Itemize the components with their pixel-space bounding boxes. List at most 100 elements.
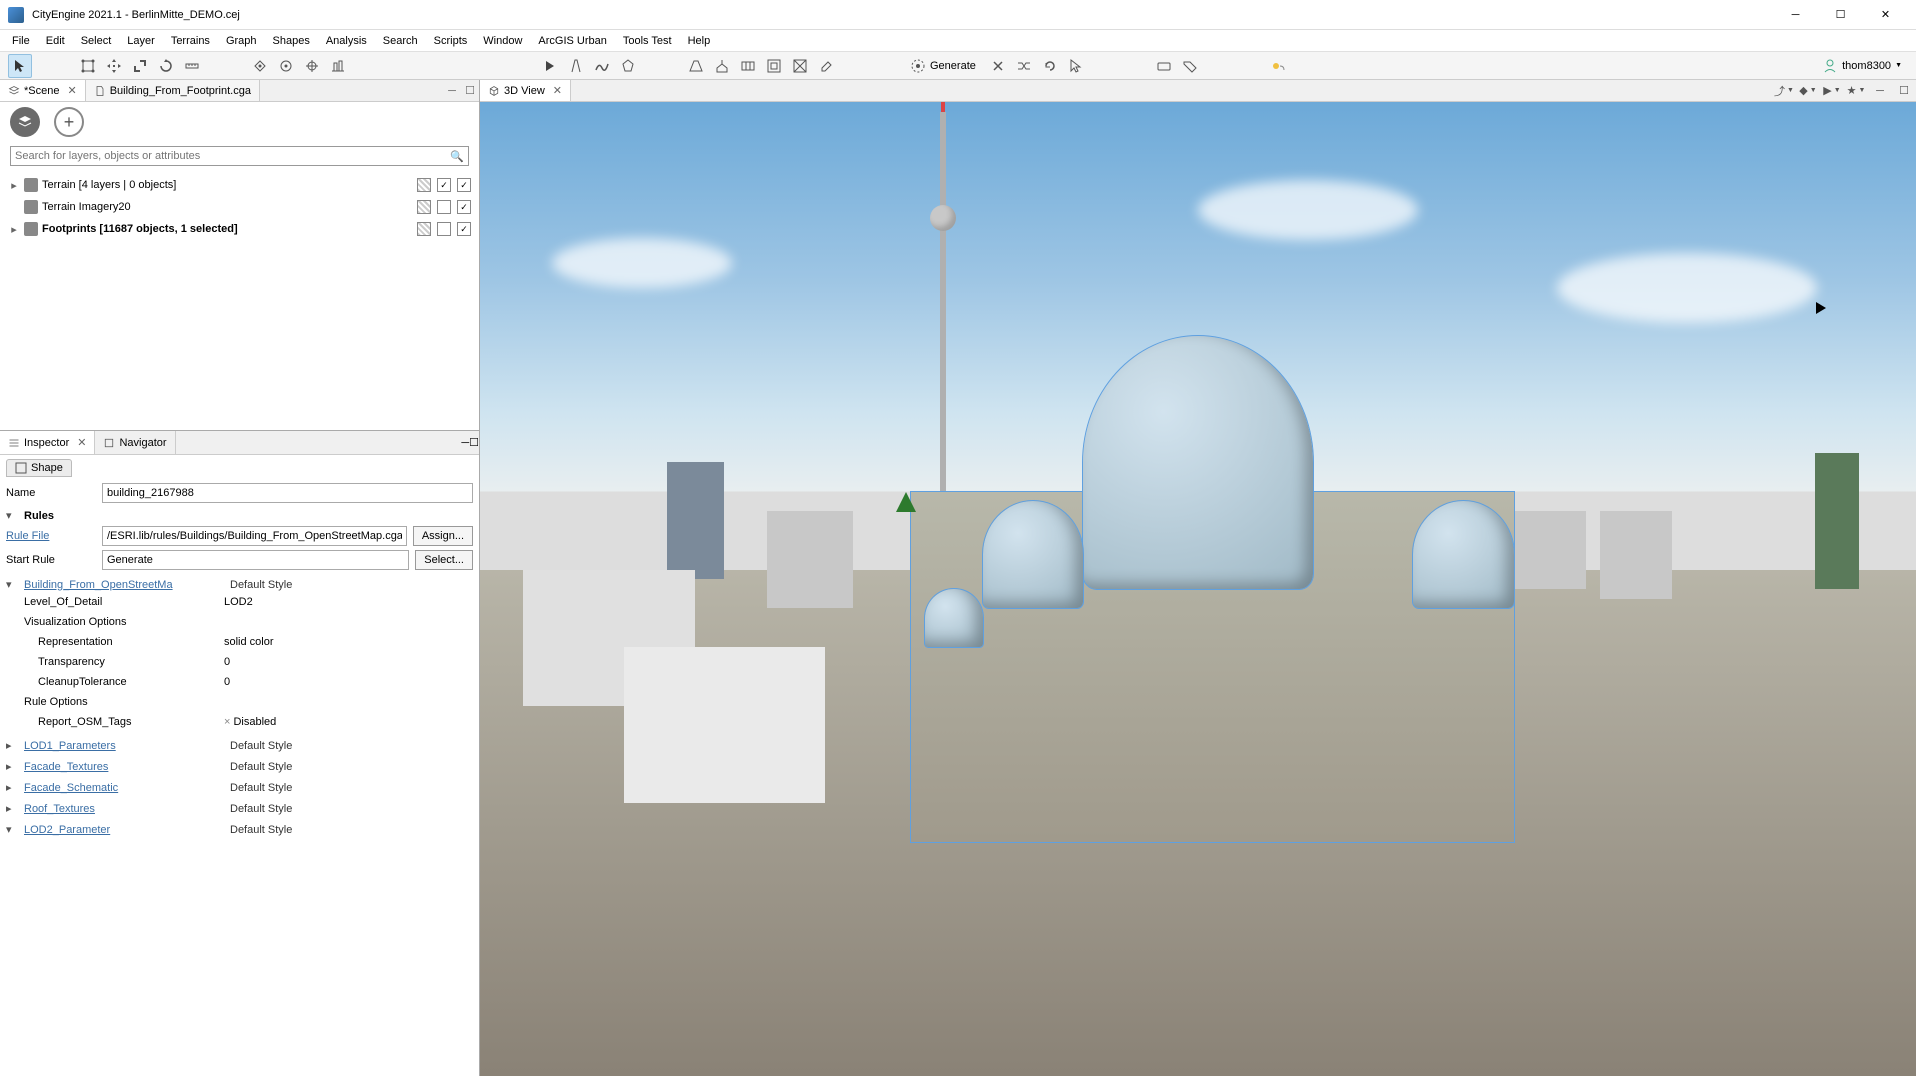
visible-checkbox[interactable]	[457, 178, 471, 192]
visible-checkbox[interactable]	[457, 222, 471, 236]
menu-arcgis-urban[interactable]: ArcGIS Urban	[530, 33, 614, 49]
seed-button[interactable]	[986, 54, 1010, 78]
polygon-tool-button[interactable]	[616, 54, 640, 78]
attr-value[interactable]: LOD2	[224, 596, 473, 608]
expand-icon[interactable]: ▸	[8, 223, 20, 236]
frame-tool-button[interactable]	[76, 54, 100, 78]
menu-help[interactable]: Help	[680, 33, 719, 49]
layer-terrain[interactable]: ▸ Terrain [4 layers | 0 objects]	[8, 174, 471, 196]
tab-3d-view[interactable]: 3D View ✕	[480, 80, 571, 101]
transform-tool-button[interactable]	[248, 54, 272, 78]
menu-file[interactable]: File	[4, 33, 38, 49]
visible-checkbox[interactable]	[457, 200, 471, 214]
menu-tools-test[interactable]: Tools Test	[615, 33, 680, 49]
group-building-from-osm[interactable]: ▾ Building_From_OpenStreetMa Default Sty…	[6, 578, 473, 591]
layer-footprints[interactable]: ▸ Footprints [11687 objects, 1 selected]	[8, 218, 471, 240]
minimize-button[interactable]: ─	[1773, 0, 1818, 30]
tag-button[interactable]	[1178, 54, 1202, 78]
attr-value[interactable]: solid color	[224, 636, 473, 648]
search-icon[interactable]: 🔍	[450, 150, 464, 163]
name-input[interactable]	[102, 483, 473, 503]
generate-button[interactable]: Generate	[902, 56, 984, 76]
startrule-input[interactable]	[102, 550, 409, 570]
shuffle-button[interactable]	[1012, 54, 1036, 78]
menu-shapes[interactable]: Shapes	[265, 33, 318, 49]
play-button[interactable]	[538, 54, 562, 78]
tab-cga-file[interactable]: Building_From_Footprint.cga	[86, 80, 260, 101]
tab-scene[interactable]: *Scene ✕	[0, 80, 86, 101]
menu-analysis[interactable]: Analysis	[318, 33, 375, 49]
menu-terrains[interactable]: Terrains	[163, 33, 218, 49]
push-pull-button[interactable]	[710, 54, 734, 78]
align-tool-button[interactable]	[326, 54, 350, 78]
menu-select[interactable]: Select	[73, 33, 120, 49]
lock-checkbox[interactable]	[437, 178, 451, 192]
tab-inspector[interactable]: Inspector ✕	[0, 431, 95, 454]
close-button[interactable]: ✕	[1863, 0, 1908, 30]
menu-graph[interactable]: Graph	[218, 33, 265, 49]
rotate-tool-button[interactable]	[154, 54, 178, 78]
eraser-tool-button[interactable]	[814, 54, 838, 78]
bookmark-dropdown-button[interactable]: ▶▼	[1821, 82, 1843, 100]
maximize-inspector-button[interactable]: ☐	[469, 436, 479, 449]
layers-dropdown-button[interactable]: ◆▼	[1797, 82, 1819, 100]
measure-tool-button[interactable]	[180, 54, 204, 78]
attr-value[interactable]: 0	[224, 676, 473, 688]
minimize-inspector-button[interactable]: ─	[461, 437, 469, 449]
select-tool-button[interactable]	[8, 54, 32, 78]
freehand-tool-button[interactable]	[590, 54, 614, 78]
move-tool-button[interactable]	[102, 54, 126, 78]
visibility-pattern-checkbox[interactable]	[417, 200, 431, 214]
view-maximize-button[interactable]: ☐	[1893, 82, 1915, 100]
menu-layer[interactable]: Layer	[119, 33, 163, 49]
sun-button[interactable]	[1266, 54, 1290, 78]
menu-scripts[interactable]: Scripts	[426, 33, 476, 49]
attr-value[interactable]: × Disabled	[224, 716, 473, 728]
group-roof-textures[interactable]: ▸Roof_TexturesDefault Style	[6, 802, 473, 815]
user-account-button[interactable]: thom8300 ▼	[1816, 56, 1908, 76]
edit-shape-button[interactable]	[684, 54, 708, 78]
minimize-panel-button[interactable]: ─	[444, 83, 460, 99]
group-facade-schematic[interactable]: ▸Facade_SchematicDefault Style	[6, 781, 473, 794]
rulefile-input[interactable]	[102, 526, 407, 546]
assign-button[interactable]: Assign...	[413, 526, 473, 546]
group-facade-textures[interactable]: ▸Facade_TexturesDefault Style	[6, 760, 473, 773]
rules-section-header[interactable]: ▾ Rules	[6, 509, 473, 522]
locate-tool-button[interactable]	[300, 54, 324, 78]
lock-checkbox[interactable]	[437, 222, 451, 236]
share-dropdown-button[interactable]: ⤴▼	[1773, 82, 1795, 100]
layer-search[interactable]: 🔍	[10, 146, 469, 166]
menu-edit[interactable]: Edit	[38, 33, 73, 49]
visibility-pattern-checkbox[interactable]	[417, 178, 431, 192]
street-tool-button[interactable]	[564, 54, 588, 78]
layers-toggle-button[interactable]	[10, 107, 40, 137]
expand-icon[interactable]: ▸	[8, 179, 20, 192]
tab-inspector-close-icon[interactable]: ✕	[77, 436, 86, 449]
tab-scene-close-icon[interactable]: ✕	[67, 84, 76, 97]
keyboard-button[interactable]	[1152, 54, 1176, 78]
refresh-button[interactable]	[1038, 54, 1062, 78]
favorite-dropdown-button[interactable]: ★▼	[1845, 82, 1867, 100]
group-lod2[interactable]: ▾LOD2_ParameterDefault Style	[6, 823, 473, 836]
menu-window[interactable]: Window	[475, 33, 530, 49]
tab-3d-close-icon[interactable]: ✕	[553, 84, 562, 97]
pointer-button[interactable]	[1064, 54, 1088, 78]
scale-tool-button[interactable]	[128, 54, 152, 78]
attr-value[interactable]: 0	[224, 656, 473, 668]
shape-tab[interactable]: Shape	[6, 459, 72, 477]
offset-tool-button[interactable]	[762, 54, 786, 78]
split-tool-button[interactable]	[736, 54, 760, 78]
snap-tool-button[interactable]	[274, 54, 298, 78]
layer-terrain-imagery[interactable]: Terrain Imagery20	[8, 196, 471, 218]
menu-search[interactable]: Search	[375, 33, 426, 49]
group-lod1[interactable]: ▸LOD1_ParametersDefault Style	[6, 739, 473, 752]
select-button[interactable]: Select...	[415, 550, 473, 570]
maximize-button[interactable]: ☐	[1818, 0, 1863, 30]
tab-navigator[interactable]: Navigator	[95, 431, 175, 454]
viewport-3d[interactable]	[480, 102, 1916, 1076]
texture-tool-button[interactable]	[788, 54, 812, 78]
maximize-panel-button[interactable]: ☐	[462, 83, 478, 99]
layer-search-input[interactable]	[15, 150, 450, 162]
lock-checkbox[interactable]	[437, 200, 451, 214]
view-minimize-button[interactable]: ─	[1869, 82, 1891, 100]
